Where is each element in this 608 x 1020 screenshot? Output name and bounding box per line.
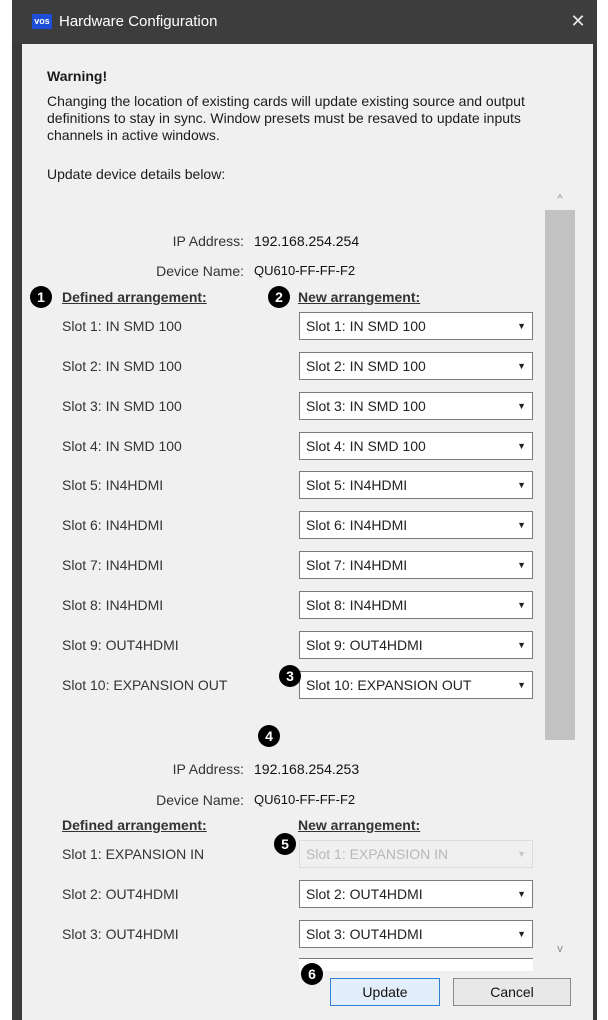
slot-select-value: Slot 9: OUT4HDMI xyxy=(306,637,423,653)
dropdown-arrow-icon: ▼ xyxy=(517,600,526,610)
dropdown-arrow-icon: ▼ xyxy=(517,401,526,411)
ip-address-label: IP Address: xyxy=(172,761,244,777)
defined-slot-label: Slot 5: IN4HDMI xyxy=(62,477,164,493)
slot-select-value: Slot 6: IN4HDMI xyxy=(306,517,408,533)
defined-slot-label: Slot 3: IN SMD 100 xyxy=(62,398,182,414)
scrollbar-thumb[interactable] xyxy=(545,210,575,740)
slot-select-value: Slot 1: EXPANSION IN xyxy=(306,846,449,862)
defined-slot-label: Slot 2: OUT4HDMI xyxy=(62,886,179,902)
defined-slot-label: Slot 3: OUT4HDMI xyxy=(62,926,179,942)
dropdown-arrow-icon: ▼ xyxy=(517,321,526,331)
slot-select-value: Slot 10: EXPANSION OUT xyxy=(306,677,472,693)
slot-select-dropdown[interactable]: Slot 2: OUT4HDMI ▼ xyxy=(299,880,533,908)
defined-slot-label: Slot 1: IN SMD 100 xyxy=(62,318,182,334)
ip-address-value: 192.168.254.254 xyxy=(254,233,360,249)
slot-select-value: Slot 1: IN SMD 100 xyxy=(306,318,426,334)
callout-badge-3: 3 xyxy=(279,665,301,687)
slot-select-dropdown[interactable]: Slot 1: IN SMD 100 ▼ xyxy=(299,312,533,340)
slot-select-dropdown[interactable]: Slot 4: IN SMD 100 ▼ xyxy=(299,432,533,460)
dropdown-arrow-icon: ▼ xyxy=(517,889,526,899)
slot-select-dropdown[interactable]: Slot 8: IN4HDMI ▼ xyxy=(299,591,533,619)
device-name-value: QU610-FF-FF-F2 xyxy=(254,263,356,278)
slot-select-value: Slot 8: IN4HDMI xyxy=(306,597,408,613)
cancel-button[interactable]: Cancel xyxy=(453,978,571,1006)
warning-message: Changing the location of existing cards … xyxy=(47,93,525,143)
defined-slot-label: Slot 1: EXPANSION IN xyxy=(62,846,205,862)
slot-select-dropdown[interactable]: Slot 5: IN4HDMI ▼ xyxy=(299,471,533,499)
new-arrangement-header: New arrangement: xyxy=(298,289,421,305)
scroll-down-icon[interactable]: v xyxy=(552,943,568,957)
slot-select-dropdown[interactable]: Slot 9: OUT4HDMI ▼ xyxy=(299,631,533,659)
update-button[interactable]: Update xyxy=(330,978,440,1006)
dropdown-arrow-icon: ▼ xyxy=(517,849,526,859)
slot-select-dropdown[interactable]: Slot 3: OUT4HDMI ▼ xyxy=(299,920,533,948)
slot-select-dropdown[interactable]: Slot 6: IN4HDMI ▼ xyxy=(299,511,533,539)
dropdown-arrow-icon: ▼ xyxy=(517,640,526,650)
update-prompt: Update device details below: xyxy=(47,166,226,182)
slot-select-value: Slot 2: OUT4HDMI xyxy=(306,886,423,902)
defined-arrangement-header: Defined arrangement: xyxy=(62,817,207,833)
defined-slot-label: Slot 2: IN SMD 100 xyxy=(62,358,182,374)
close-icon[interactable]: ✕ xyxy=(570,10,586,32)
defined-arrangement-header: Defined arrangement: xyxy=(62,289,207,305)
slot-select-value: Slot 5: IN4HDMI xyxy=(306,477,408,493)
callout-badge-5: 5 xyxy=(274,833,296,855)
callout-badge-1: 1 xyxy=(30,286,52,308)
defined-slot-label: Slot 4: IN SMD 100 xyxy=(62,438,182,454)
dropdown-arrow-icon: ▼ xyxy=(517,560,526,570)
defined-slot-label: Slot 10: EXPANSION OUT xyxy=(62,677,228,693)
dropdown-arrow-icon: ▼ xyxy=(517,441,526,451)
slot-select-value: Slot 3: OUT4HDMI xyxy=(306,926,423,942)
defined-slot-label: Slot 7: IN4HDMI xyxy=(62,557,164,573)
slot-select-value: Slot 4: IN SMD 100 xyxy=(306,438,426,454)
device-name-label: Device Name: xyxy=(156,792,244,808)
slot-select-dropdown[interactable]: Slot 7: IN4HDMI ▼ xyxy=(299,551,533,579)
ip-address-value: 192.168.254.253 xyxy=(254,761,360,777)
app-logo-icon: vos xyxy=(32,14,52,29)
dropdown-arrow-icon: ▼ xyxy=(517,929,526,939)
clipped-dropdown xyxy=(299,958,533,971)
slot-select-dropdown[interactable]: Slot 2: IN SMD 100 ▼ xyxy=(299,352,533,380)
slot-select-value: Slot 3: IN SMD 100 xyxy=(306,398,426,414)
slot-select-dropdown[interactable]: Slot 10: EXPANSION OUT ▼ xyxy=(299,671,533,699)
window-title: Hardware Configuration xyxy=(59,13,218,30)
device-name-label: Device Name: xyxy=(156,263,244,279)
dropdown-arrow-icon: ▼ xyxy=(517,520,526,530)
slot-select-value: Slot 7: IN4HDMI xyxy=(306,557,408,573)
dropdown-arrow-icon: ▼ xyxy=(517,480,526,490)
defined-slot-label: Slot 8: IN4HDMI xyxy=(62,597,164,613)
slot-select-dropdown[interactable]: Slot 3: IN SMD 100 ▼ xyxy=(299,392,533,420)
slot-select-dropdown-disabled: Slot 1: EXPANSION IN ▼ xyxy=(299,840,533,868)
dropdown-arrow-icon: ▼ xyxy=(517,361,526,371)
slot-select-value: Slot 2: IN SMD 100 xyxy=(306,358,426,374)
new-arrangement-header: New arrangement: xyxy=(298,817,421,833)
callout-badge-6: 6 xyxy=(301,963,323,985)
defined-slot-label: Slot 6: IN4HDMI xyxy=(62,517,164,533)
ip-address-label: IP Address: xyxy=(172,233,244,249)
device-name-value: QU610-FF-FF-F2 xyxy=(254,792,356,807)
scroll-up-icon[interactable]: ^ xyxy=(552,193,568,207)
dropdown-arrow-icon: ▼ xyxy=(517,680,526,690)
defined-slot-label: Slot 9: OUT4HDMI xyxy=(62,637,179,653)
callout-badge-4: 4 xyxy=(258,725,280,747)
callout-badge-2: 2 xyxy=(268,286,290,308)
warning-heading: Warning! xyxy=(47,68,108,84)
